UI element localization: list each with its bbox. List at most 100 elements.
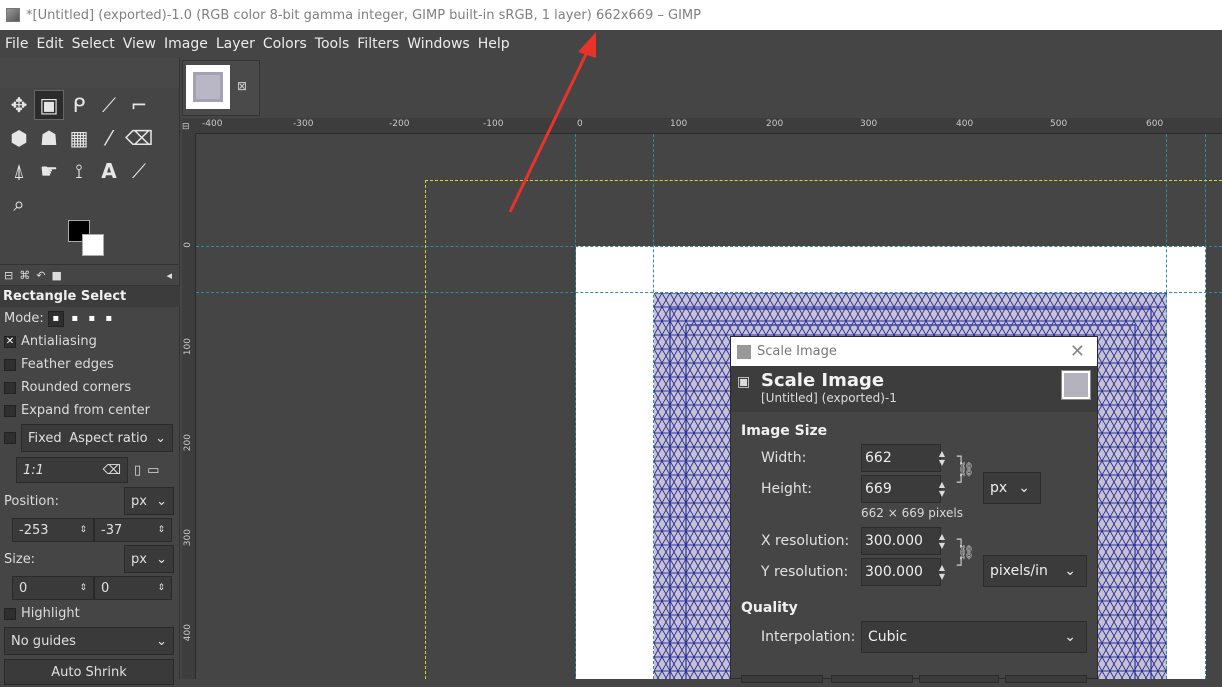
res-unit-dropdown[interactable]: pixels/in ⌄	[983, 555, 1087, 587]
antialiasing-checkbox[interactable]: ✕	[4, 335, 16, 348]
position-x-input[interactable]: -253 ⇕	[12, 518, 94, 542]
size-unit-dropdown[interactable]: px ⌄	[124, 545, 174, 573]
fixed-checkbox[interactable]	[4, 432, 16, 444]
mode-add-icon[interactable]: ▪	[69, 313, 81, 325]
cancel-button[interactable]	[1005, 675, 1087, 683]
lasso-icon[interactable]: ᑭ	[64, 90, 94, 120]
mode-replace-icon[interactable]: ▪	[47, 310, 64, 327]
menu-layer[interactable]: Layer	[216, 36, 255, 52]
rounded-corners-option[interactable]: Rounded corners	[0, 376, 180, 399]
guide-line[interactable]	[653, 134, 654, 679]
menu-filters[interactable]: Filters	[357, 36, 399, 52]
ruler-label: 400	[956, 119, 974, 129]
yres-spin-icon[interactable]: ▲ ▼	[935, 558, 949, 586]
reset-button[interactable]	[831, 675, 913, 683]
horizontal-ruler[interactable]: -400 -300 -200 -100 0 100 200 300 400 50…	[196, 118, 1222, 134]
highlight-checkbox[interactable]	[4, 607, 16, 620]
image-tab[interactable]: ⊠	[182, 60, 260, 116]
menu-edit[interactable]: Edit	[36, 36, 63, 52]
xres-spin-icon[interactable]: ▲ ▼	[935, 527, 949, 555]
menu-tools[interactable]: Tools	[315, 36, 350, 52]
rect-select-icon[interactable]: ▣	[34, 89, 64, 120]
paintbrush-icon[interactable]: ⁄	[94, 123, 124, 153]
spin-icon[interactable]: ⇕	[157, 525, 165, 535]
guide-line[interactable]	[1166, 134, 1167, 679]
portrait-icon[interactable]: ▯	[134, 463, 141, 478]
expand-from-center-checkbox[interactable]	[4, 404, 16, 417]
spin-icon[interactable]: ⇕	[79, 525, 87, 535]
menu-view[interactable]: View	[123, 36, 156, 52]
transform-icon[interactable]: ⬢	[4, 123, 34, 153]
feather-edges-option[interactable]: Feather edges	[0, 353, 180, 376]
help-button[interactable]	[741, 675, 823, 683]
background-color[interactable]	[82, 234, 104, 256]
height-input[interactable]: 669	[861, 475, 941, 503]
color-picker-icon[interactable]: ⟋	[124, 156, 154, 186]
mode-intersect-icon[interactable]: ▪	[103, 313, 115, 325]
image-thumbnail[interactable]	[186, 65, 230, 109]
menu-help[interactable]: Help	[478, 36, 510, 52]
guide-line[interactable]	[1205, 134, 1206, 679]
zoom-icon[interactable]: ⌕	[4, 189, 34, 219]
interpolation-dropdown[interactable]: Cubic ⌄	[861, 621, 1087, 653]
feather-edges-checkbox[interactable]	[4, 358, 16, 371]
position-unit-dropdown[interactable]: px ⌄	[124, 487, 174, 515]
move-icon[interactable]: ✥	[4, 90, 34, 120]
smudge-icon[interactable]: ☛	[34, 156, 64, 186]
vertical-ruler[interactable]: 0 100 200 300 400	[182, 134, 196, 679]
path-icon[interactable]: ⟟	[64, 156, 94, 186]
spin-icon[interactable]: ⇕	[79, 583, 87, 593]
menu-file[interactable]: File	[5, 36, 28, 52]
close-tab-icon[interactable]: ⊠	[237, 79, 247, 93]
device-status-tab-icon[interactable]: ⌘	[19, 269, 30, 282]
guide-line[interactable]	[196, 246, 1222, 247]
text-icon[interactable]: A	[94, 156, 124, 186]
menu-image[interactable]: Image	[164, 36, 208, 52]
menubar: File Edit Select View Image Layer Colors…	[0, 30, 1222, 58]
height-spin-icon[interactable]: ▲ ▼	[935, 475, 949, 503]
guide-line[interactable]	[196, 292, 1222, 293]
menu-colors[interactable]: Colors	[263, 36, 307, 52]
auto-shrink-button[interactable]: Auto Shrink	[4, 659, 174, 685]
images-tab-icon[interactable]: ■	[51, 269, 61, 282]
menu-select[interactable]: Select	[72, 36, 115, 52]
width-input[interactable]: 662	[861, 444, 941, 472]
quick-mask-icon[interactable]: ⊟	[182, 122, 190, 132]
mode-subtract-icon[interactable]: ▪	[86, 313, 98, 325]
close-icon[interactable]: ✕	[1070, 341, 1085, 362]
fixed-dropdown[interactable]: Fixed Aspect ratio ⌄	[21, 424, 173, 452]
tool-options-tab-icon[interactable]: ⊟	[4, 269, 13, 282]
size-w-input[interactable]: 0 ⇕	[12, 576, 94, 600]
position-y-input[interactable]: -37 ⇕	[94, 518, 172, 542]
crop-icon[interactable]: ⌐	[124, 90, 154, 120]
antialiasing-option[interactable]: ✕ Antialiasing	[0, 330, 180, 353]
xres-input[interactable]: 300.000	[861, 527, 941, 555]
scale-button[interactable]	[919, 675, 999, 683]
quick-mask-toggle[interactable]: ⊟	[182, 118, 196, 134]
width-spin-icon[interactable]: ▲ ▼	[935, 444, 949, 472]
spin-icon[interactable]: ⇕	[157, 583, 165, 593]
size-h-input[interactable]: 0 ⇕	[94, 576, 172, 600]
clone-icon[interactable]: ⍋	[4, 156, 34, 186]
ratio-input[interactable]: 1:1 ⌫	[16, 457, 128, 483]
height-value: 669	[865, 481, 892, 497]
gradient-icon[interactable]: ▦	[64, 123, 94, 153]
undo-history-tab-icon[interactable]: ↶	[36, 269, 45, 282]
highlight-option[interactable]: Highlight	[0, 602, 180, 625]
chain-link-icon[interactable]: ┐ ⛓ ┘	[957, 533, 975, 573]
size-unit-dropdown[interactable]: px ⌄	[983, 472, 1041, 504]
menu-windows[interactable]: Windows	[407, 36, 470, 52]
tab-menu-icon[interactable]: ◂	[166, 269, 172, 282]
expand-from-center-option[interactable]: Expand from center	[0, 399, 180, 422]
guide-line[interactable]	[575, 134, 576, 679]
fg-bg-colors[interactable]	[68, 220, 108, 260]
warp-icon[interactable]: ☗	[34, 123, 64, 153]
fuzzy-select-icon[interactable]: ⟋	[94, 90, 124, 120]
rounded-corners-checkbox[interactable]	[4, 381, 16, 394]
eraser-icon[interactable]: ⌫	[124, 123, 154, 153]
yres-input[interactable]: 300.000	[861, 558, 941, 586]
clear-icon[interactable]: ⌫	[103, 463, 121, 478]
guides-dropdown[interactable]: No guides ⌄	[4, 627, 174, 655]
landscape-icon[interactable]: ▭	[147, 463, 159, 478]
chain-link-icon[interactable]: ┐ ⛓ ┘	[957, 450, 975, 490]
